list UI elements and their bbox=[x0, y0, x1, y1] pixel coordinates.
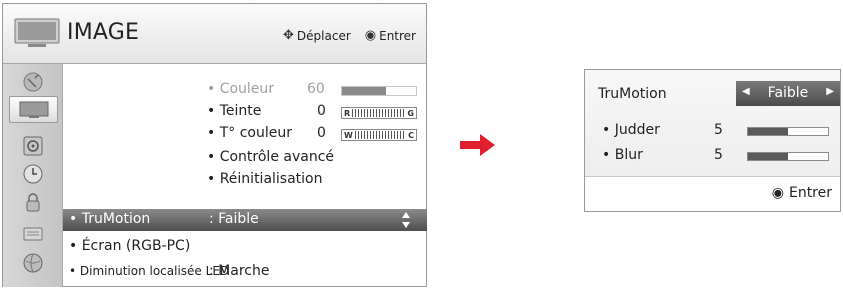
right-arrow-icon bbox=[460, 134, 495, 156]
move-arrows-icon: ✥ bbox=[283, 28, 294, 43]
satellite-dish-icon[interactable] bbox=[21, 70, 45, 94]
trumotion-mode-selector[interactable]: ◀ Faible ▶ bbox=[736, 81, 840, 106]
image-menu-panel: IMAGE ✥ Déplacer ◉ Entrer • Couleur 60 •… bbox=[2, 3, 427, 287]
trumotion-popup: TruMotion ◀ Faible ▶ • Judder 5 • Blur 5… bbox=[584, 69, 841, 212]
blur-label: • Blur bbox=[602, 147, 643, 163]
enter-dot-icon: ◉ bbox=[771, 185, 784, 201]
judder-row[interactable]: • Judder 5 bbox=[602, 122, 829, 138]
menu-item-reinitialisation[interactable]: • Réinitialisation bbox=[207, 171, 323, 187]
teinte-right-letter: G bbox=[407, 108, 414, 118]
popup-title: TruMotion bbox=[598, 86, 667, 102]
picture-icon[interactable] bbox=[9, 96, 58, 123]
temp-right-letter: C bbox=[408, 130, 414, 140]
trumotion-value: : Faible bbox=[209, 211, 259, 227]
menu-item-couleur[interactable]: • Couleur 60 bbox=[207, 81, 417, 97]
teinte-left-letter: R bbox=[344, 108, 351, 118]
blur-value: 5 bbox=[714, 147, 723, 163]
tv-icon bbox=[14, 18, 60, 47]
lock-icon[interactable] bbox=[21, 190, 45, 214]
menu-item-teinte[interactable]: • Teinte 0 R G bbox=[207, 103, 417, 119]
popup-divider bbox=[585, 176, 840, 177]
couleur-level-bar bbox=[341, 86, 417, 96]
menu-header: IMAGE ✥ Déplacer ◉ Entrer bbox=[3, 4, 426, 64]
temp-left-letter: W bbox=[344, 130, 353, 140]
enter-button[interactable]: ◉ Entrer bbox=[772, 185, 832, 201]
couleur-value: 60 bbox=[307, 81, 325, 97]
speaker-icon[interactable] bbox=[21, 134, 45, 158]
menu-item-ecran[interactable]: • Écran (RGB-PC) bbox=[69, 238, 190, 254]
globe-icon[interactable] bbox=[21, 251, 45, 275]
menu-item-diminution-led[interactable]: • Diminution localisée LED : Marche bbox=[69, 263, 269, 279]
diminution-label: • Diminution localisée LED bbox=[69, 264, 230, 278]
ecran-label: • Écran (RGB-PC) bbox=[69, 238, 191, 254]
category-sidebar bbox=[3, 64, 63, 287]
reinit-label: • Réinitialisation bbox=[207, 171, 323, 187]
menu-item-temperature-couleur[interactable]: • T° couleur 0 W C bbox=[207, 125, 417, 141]
judder-slider[interactable] bbox=[747, 127, 829, 136]
controle-label: • Contrôle avancé bbox=[207, 149, 335, 165]
header-hint: ✥ Déplacer ◉ Entrer bbox=[283, 28, 416, 43]
mode-value: Faible bbox=[767, 85, 809, 101]
keyboard-icon[interactable] bbox=[21, 221, 45, 245]
menu-item-controle-avance[interactable]: • Contrôle avancé bbox=[207, 149, 334, 165]
diminution-value: : Marche bbox=[209, 263, 270, 279]
judder-label: • Judder bbox=[602, 122, 660, 138]
enter-label: Entrer bbox=[788, 185, 832, 201]
right-arrow-small-icon[interactable]: ▶ bbox=[826, 86, 834, 97]
temp-couleur-label: • T° couleur bbox=[207, 125, 292, 141]
page-title: IMAGE bbox=[67, 20, 140, 45]
judder-value: 5 bbox=[714, 122, 723, 138]
teinte-label: • Teinte bbox=[207, 103, 262, 119]
enter-dot-icon: ◉ bbox=[364, 28, 377, 43]
clock-icon[interactable] bbox=[21, 162, 45, 186]
trumotion-label: • TruMotion bbox=[69, 211, 151, 227]
hint-move-label: Déplacer bbox=[296, 28, 351, 43]
teinte-value: 0 bbox=[317, 103, 326, 119]
temp-couleur-scale-bar: W C bbox=[341, 129, 417, 141]
hint-enter-label: Entrer bbox=[379, 28, 416, 43]
menu-item-trumotion-selected[interactable]: • TruMotion : Faible bbox=[63, 209, 427, 231]
blur-slider[interactable] bbox=[747, 152, 829, 161]
couleur-label: • Couleur bbox=[207, 81, 275, 97]
up-down-arrows-icon[interactable] bbox=[401, 211, 411, 229]
temp-couleur-value: 0 bbox=[317, 125, 326, 141]
teinte-scale-bar: R G bbox=[341, 107, 417, 119]
blur-row[interactable]: • Blur 5 bbox=[602, 147, 829, 163]
